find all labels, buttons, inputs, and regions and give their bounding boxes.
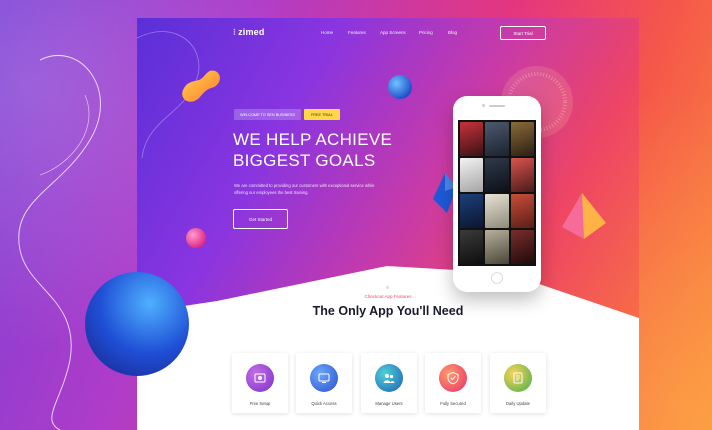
movie-poster[interactable] — [460, 158, 484, 192]
feature-card-fully-secured[interactable]: Fully Secured — [425, 353, 481, 413]
phone-screen — [458, 120, 536, 266]
section-title: The Only App You'll Need — [312, 304, 464, 318]
get-started-button[interactable]: Get Started — [233, 209, 288, 229]
yellow-blob-shape — [182, 70, 220, 102]
shield-icon — [439, 364, 467, 392]
feature-card-daily-update[interactable]: Daily Update — [490, 353, 546, 413]
section-dot — [386, 286, 389, 289]
update-icon — [504, 364, 532, 392]
phone-camera — [482, 104, 485, 107]
start-trial-button[interactable]: Start Trial — [500, 26, 546, 40]
setup-icon — [246, 364, 274, 392]
feature-card-quick-access[interactable]: Quick Access — [296, 353, 352, 413]
movie-poster[interactable] — [460, 194, 484, 228]
welcome-badge: WELCOME TO SEN BUSINESS — [234, 109, 301, 120]
phone-mockup — [453, 96, 541, 292]
hero-title: WE HELP ACHIEVE BIGGEST GOALS — [233, 129, 473, 171]
logo-icon: ⁝ — [233, 27, 237, 37]
hero-badges: WELCOME TO SEN BUSINESS FREE TRIAL — [234, 109, 340, 120]
section-sub-label: Checkout App Features — [364, 294, 412, 299]
feature-card-free-setup[interactable]: Free Setup — [232, 353, 288, 413]
users-icon — [375, 364, 403, 392]
phone-speaker — [489, 105, 505, 107]
movie-poster[interactable] — [510, 122, 534, 156]
blue-ball-shape — [388, 75, 412, 99]
movie-poster[interactable] — [510, 158, 534, 192]
feature-card-manage-users[interactable]: Manage Users — [361, 353, 417, 413]
large-blue-sphere — [85, 272, 189, 376]
movie-poster[interactable] — [460, 230, 484, 264]
monitor-icon — [310, 364, 338, 392]
movie-poster[interactable] — [485, 230, 509, 264]
movie-poster[interactable] — [510, 230, 534, 264]
feature-label: Fully Secured — [440, 401, 466, 406]
feature-cards: Free Setup Quick Access Manage Users Ful… — [232, 353, 548, 413]
feature-label: Quick Access — [311, 401, 337, 406]
hero-title-line-2: BIGGEST GOALS — [233, 151, 376, 170]
phone-home-button — [491, 272, 503, 284]
brand-logo[interactable]: ⁝ zimed — [233, 27, 265, 38]
movie-poster[interactable] — [510, 194, 534, 228]
movie-poster[interactable] — [485, 122, 509, 156]
landing-page-mockup: ⁝ zimed Home Features App Screens Pricing… — [137, 18, 639, 430]
movie-poster[interactable] — [460, 122, 484, 156]
feature-label: Manage Users — [375, 401, 403, 406]
movie-poster[interactable] — [485, 194, 509, 228]
nav-item-home[interactable]: Home — [321, 30, 333, 35]
movie-poster[interactable] — [485, 158, 509, 192]
nav-item-app-screens[interactable]: App Screens — [380, 30, 406, 35]
free-trial-badge[interactable]: FREE TRIAL — [303, 109, 340, 120]
nav-item-pricing[interactable]: Pricing — [419, 30, 433, 35]
nav-item-features[interactable]: Features — [348, 30, 366, 35]
hero-description: We are committed to providing our custom… — [234, 183, 375, 195]
feature-label: Free Setup — [249, 401, 271, 406]
orange-pyramid-shape — [562, 193, 606, 239]
feature-label: Daily Update — [506, 401, 530, 406]
pink-ball-shape — [186, 228, 206, 248]
nav-item-blog[interactable]: Blog — [448, 30, 457, 35]
top-nav: ⁝ zimed Home Features App Screens Pricing… — [137, 18, 639, 52]
hero-title-line-1: WE HELP ACHIEVE — [233, 130, 393, 149]
